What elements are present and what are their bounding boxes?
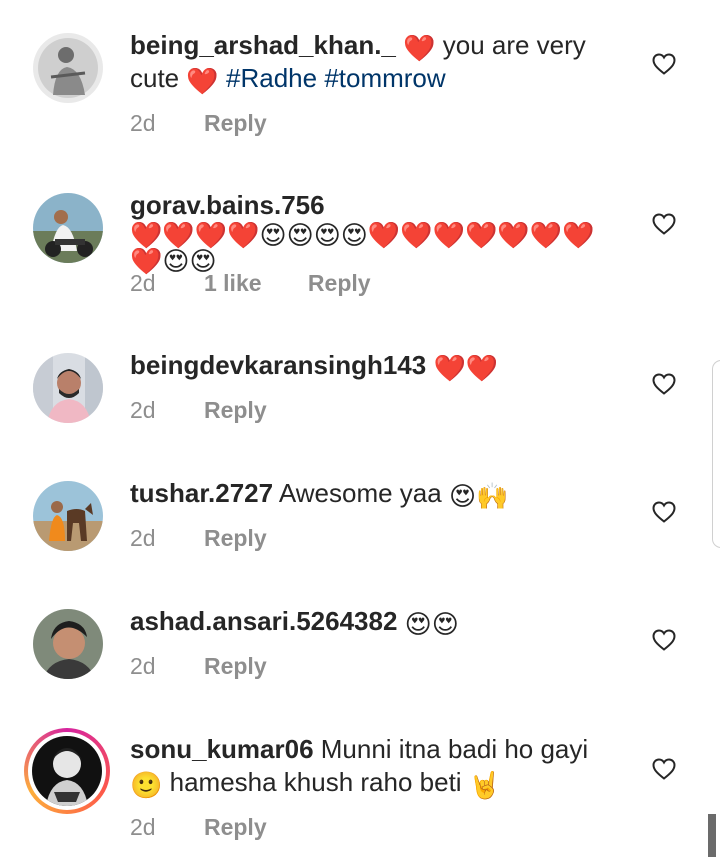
heart-emoji: ❤️ (403, 33, 436, 63)
comment-time: 2d (130, 397, 156, 423)
reply-button[interactable]: Reply (204, 525, 267, 552)
comment-username[interactable]: beingdevkaransingh143 (130, 350, 426, 380)
emoji-text: 🤘 (468, 770, 502, 800)
avatar-story-ring[interactable] (24, 728, 110, 814)
scrollbar-thumb[interactable] (708, 814, 716, 857)
hashtag-link[interactable]: #Radhe (226, 63, 317, 93)
emoji-text: ❤️❤️❤️❤️😍😍😍😍❤️❤️❤️❤️❤️❤️❤️❤️😍😍 (130, 220, 595, 276)
hashtag-link[interactable]: #tommrow (324, 63, 445, 93)
avatar-image (33, 353, 103, 423)
comment-username[interactable]: sonu_kumar06 (130, 734, 314, 764)
avatar[interactable] (33, 353, 103, 423)
comment-meta: 2d Reply (130, 397, 307, 424)
heart-outline-icon[interactable] (652, 213, 676, 235)
comment-text-continued: hamesha khush raho beti (169, 767, 462, 797)
side-panel-edge[interactable] (712, 360, 720, 548)
comment-meta: 2d Reply (130, 525, 307, 552)
comment-meta: 2d Reply (130, 814, 307, 841)
comment-text: Awesome yaa (278, 478, 442, 508)
reply-button[interactable]: Reply (204, 397, 267, 424)
comment-time: 2d (130, 525, 156, 551)
avatar[interactable] (33, 609, 103, 679)
avatar-image (33, 193, 103, 263)
comment-time: 2d (130, 653, 156, 679)
heart-emoji: ❤️ (186, 66, 219, 96)
emoji-text: ❤️❤️ (433, 353, 499, 383)
comment-username[interactable]: ashad.ansari.5264382 (130, 606, 397, 636)
avatar[interactable] (33, 481, 103, 551)
heart-outline-icon[interactable] (652, 501, 676, 523)
avatar-image (32, 736, 102, 806)
reply-button[interactable]: Reply (204, 653, 267, 680)
reply-button[interactable]: Reply (204, 110, 267, 137)
emoji-text: 😍😍 (404, 609, 459, 639)
heart-outline-icon[interactable] (652, 373, 676, 395)
comment-time: 2d (130, 270, 156, 296)
heart-outline-icon[interactable] (652, 629, 676, 651)
avatar-image (33, 33, 103, 103)
comment-username[interactable]: being_arshad_khan._ (130, 30, 396, 60)
heart-outline-icon[interactable] (652, 53, 676, 75)
reply-button[interactable]: Reply (204, 814, 267, 841)
avatar[interactable] (33, 193, 103, 263)
avatar-image (33, 609, 103, 679)
comment-username[interactable]: gorav.bains.756 (130, 190, 325, 220)
comment-meta: 2d Reply (130, 110, 307, 137)
reply-button[interactable]: Reply (308, 270, 371, 297)
comment-time: 2d (130, 814, 156, 840)
likes-count[interactable]: 1 like (204, 270, 262, 297)
comment-username[interactable]: tushar.2727 (130, 478, 273, 508)
avatar-image (33, 481, 103, 551)
emoji-text: 🙂 (130, 770, 163, 800)
comment-meta: 2d 1 like Reply (130, 270, 411, 297)
avatar[interactable] (33, 33, 103, 103)
emoji-text: 😍🙌 (448, 481, 509, 511)
comment-text: Munni itna badi ho gayi (320, 734, 589, 764)
comment-meta: 2d Reply (130, 653, 307, 680)
comment-time: 2d (130, 110, 156, 136)
heart-outline-icon[interactable] (652, 758, 676, 780)
